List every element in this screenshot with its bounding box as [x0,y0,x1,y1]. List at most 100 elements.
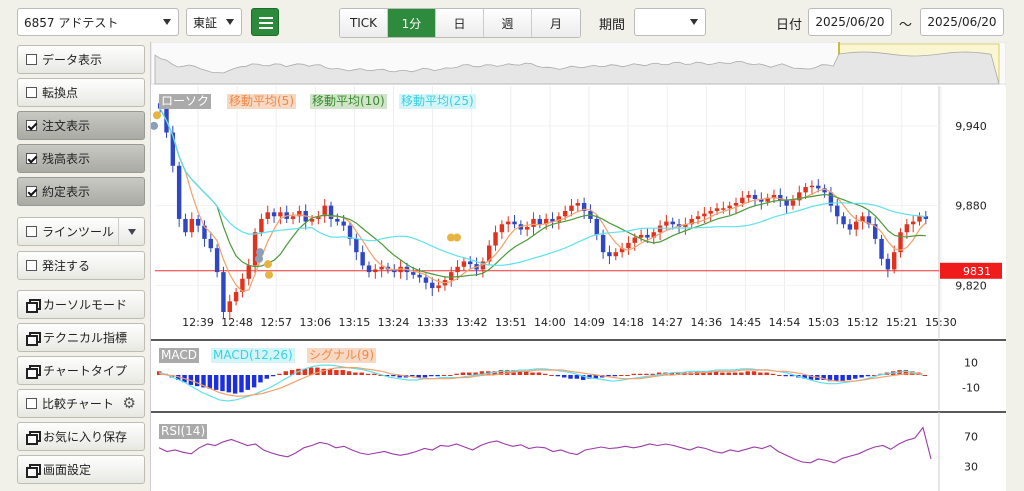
tab-day[interactable]: 日 [436,9,484,37]
checkbox-icon[interactable] [26,398,37,409]
candle [657,225,663,233]
macd-histogram-bar [777,375,782,376]
execution-marker [153,111,161,120]
macd-histogram-bar [840,375,845,382]
x-tick-label: 13:15 [339,316,371,329]
tab-1min[interactable]: 1分 [388,9,436,37]
candle [702,213,707,217]
candle [512,221,517,225]
chart-area[interactable]: 12:39 12:48 12:57 13:06 13:15 13:24 13:33 13:42… [150,41,1007,491]
macd-histogram-bar [467,372,472,375]
sidebar-item-order-display[interactable]: 注文表示 [17,111,145,140]
candle [733,202,739,206]
legend-rsi: RSI(14) [159,424,208,439]
macd-histogram-bar [536,372,542,375]
sidebar-item-place-order[interactable]: 発注する [17,251,145,280]
sidebar-item-turning-point[interactable]: 転換点 [17,78,145,107]
checkbox-icon[interactable] [26,87,37,98]
candle [214,248,220,273]
candle [360,252,365,266]
candle [461,261,467,267]
sidebar-item-screen-settings[interactable]: 画面設定 [17,455,145,484]
macd-y-tick: -10 [962,381,980,394]
macd-histogram-bar [865,375,871,377]
sidebar-item-execution-display[interactable]: 約定表示 [17,177,145,206]
macd-histogram-bar [207,375,213,389]
symbol-select[interactable]: 6857 アドテスト [17,8,179,36]
date-separator: 〜 [899,18,913,33]
candle [436,285,441,289]
sidebar-item-label: 約定表示 [42,185,91,199]
candle [341,221,346,226]
candle [366,265,372,273]
candle [417,274,422,278]
macd-histogram-bar [454,373,459,375]
checkbox-checked-icon[interactable] [26,153,37,164]
sidebar-item-label: データ表示 [42,53,103,67]
macd-histogram-bar [239,375,244,393]
checkbox-checked-icon[interactable] [26,120,37,131]
macd-histogram-bar [543,373,548,375]
x-tick-label: 14:00 [534,316,566,329]
gear-icon[interactable]: ⚙ [123,396,136,411]
window-icon [26,332,41,346]
macd-y-tick: 10 [964,357,978,370]
sidebar-item-cursor-mode[interactable]: カーソルモード [17,290,145,319]
macd-histogram-bar [631,373,637,375]
candle [221,272,226,312]
x-tick-label: 13:24 [378,316,410,329]
sidebar-item-technical[interactable]: テクニカル指標 [17,323,145,352]
macd-histogram-bar [264,375,270,379]
macd-histogram-bar [258,375,263,383]
candle [430,282,435,289]
window-icon [26,365,41,379]
candle [246,265,251,279]
sidebar-item-label: チャートタイプ [43,364,127,378]
macd-histogram-bar [283,371,288,375]
sidebar-item-balance-display[interactable]: 残高表示 [17,144,145,173]
candle [904,224,910,233]
checkbox-icon[interactable] [26,260,37,271]
date-from-input[interactable]: 2025/06/20 [808,8,892,36]
tab-week[interactable]: 週 [484,9,532,37]
tab-tick[interactable]: TICK [340,9,388,37]
date-label: 日付 [776,18,803,33]
candle [670,221,675,225]
chevron-down-icon [163,19,171,25]
sidebar-item-compare-chart[interactable]: 比較チャート ⚙ [17,389,145,418]
tab-month[interactable]: 月 [532,9,580,37]
y-tick-label: 9,940 [955,120,987,133]
checkbox-icon[interactable] [26,226,37,237]
period-select[interactable] [634,8,706,36]
sidebar-item-label: 発注する [42,259,91,273]
sidebar-item-save-favorite[interactable]: お気に入り保存 [17,422,145,451]
macd-histogram-bar [245,375,251,390]
checkbox-checked-icon[interactable] [26,186,37,197]
macd-histogram-bar [334,370,339,375]
chevron-down-icon[interactable] [118,218,144,245]
chart-canvas: 12:39 12:48 12:57 13:06 13:15 13:24 13:33 13:42… [150,41,1007,491]
y-tick-label: 9,880 [955,200,987,213]
symbol-value: 6857 アドテスト [24,15,119,30]
market-select[interactable]: 東証 [186,8,242,36]
navigator[interactable] [150,41,1007,85]
list-icon-line [259,27,273,29]
execution-marker [264,260,272,269]
candle [227,301,232,312]
x-tick-label: 14:36 [690,316,722,329]
candle [664,221,669,226]
market-value: 東証 [193,15,218,30]
timeframe-tabs: TICK 1分 日 週 月 [339,8,581,38]
sidebar-item-chart-type[interactable]: チャートタイプ [17,356,145,385]
list-view-button[interactable] [251,8,279,36]
date-to-input[interactable]: 2025/06/20 [920,8,1004,36]
candle [449,272,454,281]
sidebar-item-data-display[interactable]: データ表示 [17,45,145,74]
sidebar-item-line-tool[interactable]: ラインツール [17,217,145,246]
candle [335,218,340,222]
candle [505,221,511,225]
checkbox-icon[interactable] [26,54,37,65]
sidebar-item-label: お気に入り保存 [43,430,128,444]
macd-histogram-bar [783,375,788,377]
sidebar-item-label: 注文表示 [42,119,91,133]
